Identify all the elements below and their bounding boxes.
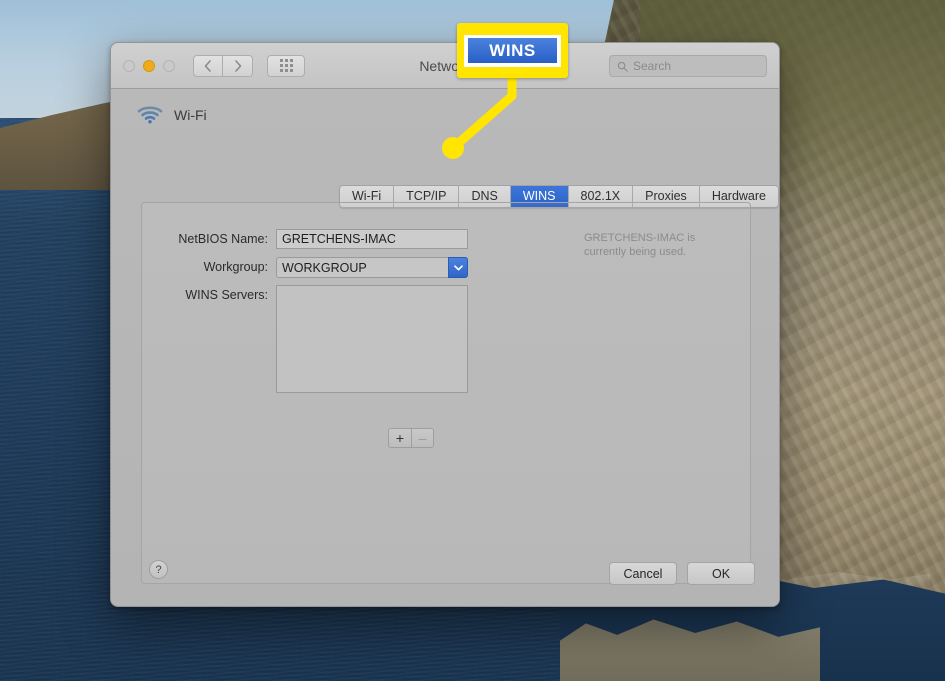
add-wins-server-button[interactable]: +: [389, 429, 411, 447]
grid-icon: [279, 59, 293, 72]
netbios-name-row: NetBIOS Name: GRETCHENS-IMAC GRETCHENS-I…: [142, 229, 695, 258]
close-window-button[interactable]: [123, 59, 135, 72]
callout-badge-inner: WINS: [464, 34, 561, 67]
workgroup-row: Workgroup: WORKGROUP: [142, 257, 468, 278]
back-button[interactable]: [193, 54, 223, 77]
wins-servers-list[interactable]: [276, 285, 468, 393]
desktop: Network Search Wi-Fi Wi-Fi TCP/IP DNS WI…: [0, 0, 945, 681]
device-header: Wi-Fi: [111, 89, 779, 124]
show-all-button[interactable]: [267, 54, 305, 77]
chevron-left-icon: [204, 59, 211, 72]
callout-badge: WINS: [457, 23, 568, 78]
workgroup-selected-value: WORKGROUP: [282, 260, 367, 275]
search-placeholder: Search: [633, 59, 672, 73]
dialog-button-group: Cancel OK: [609, 562, 755, 585]
wins-settings-panel: NetBIOS Name: GRETCHENS-IMAC GRETCHENS-I…: [141, 202, 751, 584]
forward-button[interactable]: [223, 54, 253, 77]
zoom-window-button[interactable]: [163, 59, 175, 72]
netbios-name-label: NetBIOS Name:: [178, 232, 268, 246]
wifi-icon: [137, 106, 163, 124]
window-titlebar: Network Search: [111, 43, 779, 89]
remove-wins-server-button[interactable]: –: [411, 429, 433, 447]
chevron-down-icon[interactable]: [448, 257, 468, 278]
netbios-name-helper-text: GRETCHENS-IMAC is currently being used.: [584, 232, 696, 258]
wins-servers-row: WINS Servers:: [142, 285, 468, 393]
workgroup-popup-button[interactable]: WORKGROUP: [276, 257, 468, 278]
navigation-button-group: [193, 54, 253, 77]
device-name-label: Wi-Fi: [174, 106, 207, 123]
callout-label: WINS: [468, 38, 557, 63]
window-body: Wi-Fi Wi-Fi TCP/IP DNS WINS 802.1X Proxi…: [111, 89, 779, 606]
help-button[interactable]: ?: [149, 560, 168, 579]
chevron-down-glyph: [453, 264, 463, 270]
search-icon: [617, 61, 628, 72]
search-field[interactable]: Search: [609, 55, 767, 77]
wins-servers-add-remove-bar: + –: [388, 428, 434, 448]
workgroup-label: Workgroup:: [203, 260, 268, 274]
netbios-name-input[interactable]: GRETCHENS-IMAC: [276, 229, 468, 249]
wins-servers-label: WINS Servers:: [185, 288, 268, 302]
chevron-right-icon: [234, 59, 241, 72]
ok-button[interactable]: OK: [687, 562, 755, 585]
minimize-window-button[interactable]: [143, 59, 155, 72]
cancel-button[interactable]: Cancel: [609, 562, 677, 585]
traffic-light-group: [123, 59, 175, 72]
network-preferences-window: Network Search Wi-Fi Wi-Fi TCP/IP DNS WI…: [110, 42, 780, 607]
